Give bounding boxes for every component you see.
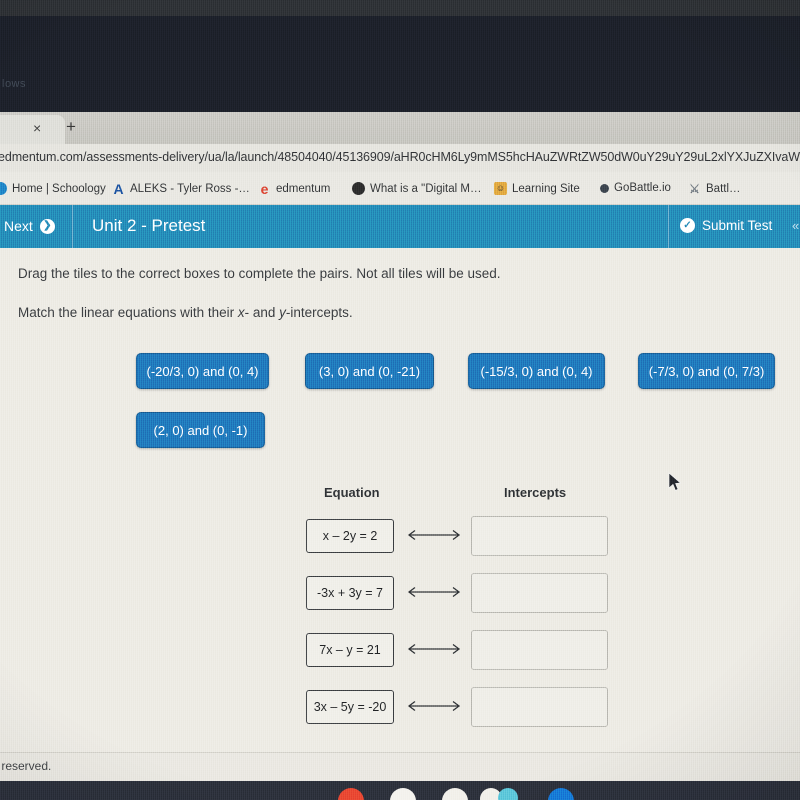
drag-tile[interactable]: (2, 0) and (0, -1): [136, 412, 265, 448]
globe-icon: [352, 182, 365, 195]
question-page: [0, 248, 800, 752]
instruction-var-y: y: [279, 305, 286, 320]
new-tab-button[interactable]: +: [66, 118, 76, 136]
bookmark-aleks[interactable]: A ALEKS - Tyler Ross -…: [112, 180, 250, 197]
submit-test-button[interactable]: ✓ Submit Test: [680, 218, 772, 233]
next-button-label: Next: [4, 218, 33, 234]
equation-text: x – 2y = 2: [322, 529, 378, 543]
instruction-part-pre: Match the linear equations with their: [18, 305, 238, 320]
mouse-cursor: [668, 472, 682, 491]
bookmark-label: GoBattle.io: [614, 182, 671, 194]
bookmark-label: What is a "Digital M…: [370, 182, 482, 195]
page-title: Unit 2 - Pretest: [92, 216, 206, 235]
drop-target[interactable]: [471, 516, 608, 556]
double-arrow-icon: [407, 586, 461, 598]
bookmark-edmentum[interactable]: e edmentum: [258, 180, 331, 197]
equation-box: 3x – 5y = -20: [306, 690, 394, 724]
url-text[interactable]: edmentum.com/assessments-delivery/ua/la/…: [0, 150, 800, 164]
drop-target[interactable]: [471, 687, 608, 727]
bookmark-label: Battl…: [706, 182, 741, 195]
drag-tile[interactable]: (-20/3, 0) and (0, 4): [136, 353, 269, 389]
bookmark-label: edmentum: [276, 182, 331, 195]
next-button[interactable]: Next ❯: [4, 218, 55, 234]
drag-tile[interactable]: (3, 0) and (0, -21): [305, 353, 434, 389]
aleks-icon: A: [113, 180, 124, 197]
double-arrow-icon: [407, 643, 461, 655]
drag-tile[interactable]: (-15/3, 0) and (0, 4): [468, 353, 605, 389]
bookmark-gobattle[interactable]: GoBattle.io: [600, 182, 671, 194]
instruction-match-equations: Match the linear equations with their x-…: [18, 305, 353, 320]
equation-box: x – 2y = 2: [306, 519, 394, 553]
instruction-part-post: -intercepts.: [285, 305, 353, 320]
bookmark-label: Learning Site: [512, 182, 580, 195]
equation-text: 3x – 5y = -20: [313, 700, 387, 714]
device-bezel-body: lows: [0, 16, 800, 112]
drop-target[interactable]: [471, 630, 608, 670]
double-arrow-icon: [407, 529, 461, 541]
bookmark-label: ALEKS - Tyler Ross -…: [130, 182, 250, 195]
swords-icon: ⚔: [689, 181, 700, 196]
equation-text: -3x + 3y = 7: [316, 586, 383, 600]
learning-site-icon: ☺: [494, 182, 507, 195]
drag-tile[interactable]: (-7/3, 0) and (0, 7/3): [638, 353, 775, 389]
browser-tab-strip: [0, 112, 800, 144]
schoology-icon: [0, 182, 7, 195]
bookmark-learning-site[interactable]: ☺ Learning Site: [494, 182, 580, 195]
column-header-equation: Equation: [324, 485, 380, 500]
footer-copyright-text: s reserved.: [0, 759, 52, 773]
screen-photo: lows × + edmentum.com/assessments-delive…: [0, 0, 800, 800]
equation-box: 7x – y = 21: [306, 633, 394, 667]
equation-text: 7x – y = 21: [319, 643, 381, 657]
instruction-part-mid: - and: [244, 305, 280, 320]
appbar-divider-left: [72, 205, 73, 248]
column-header-intercepts: Intercepts: [504, 485, 567, 500]
drop-target[interactable]: [471, 573, 608, 613]
appbar-overflow-icon[interactable]: «: [792, 218, 799, 233]
edmentum-icon: e: [260, 180, 269, 197]
gobattle-icon: [600, 183, 609, 193]
tab-close-icon[interactable]: ×: [33, 120, 41, 136]
bezel-ghost-text: lows: [2, 78, 27, 90]
check-circle-icon: ✓: [680, 218, 695, 233]
device-bezel-top: [0, 0, 800, 16]
submit-test-label: Submit Test: [702, 218, 773, 233]
bookmark-digital-m[interactable]: What is a "Digital M…: [352, 182, 481, 195]
bookmark-home-schoology[interactable]: Home | Schoology: [0, 182, 106, 195]
bookmark-label: Home | Schoology: [12, 182, 106, 195]
double-arrow-icon: [407, 700, 461, 712]
equation-box: -3x + 3y = 7: [306, 576, 394, 610]
bookmark-battl[interactable]: ⚔ Battl…: [688, 181, 741, 196]
instruction-drag-tiles: Drag the tiles to the correct boxes to c…: [18, 266, 501, 281]
instruction-var-x: x: [237, 305, 245, 320]
arrow-right-circle-icon: ❯: [39, 218, 55, 234]
page-footer: [0, 752, 800, 781]
appbar-divider-right: [668, 205, 669, 248]
